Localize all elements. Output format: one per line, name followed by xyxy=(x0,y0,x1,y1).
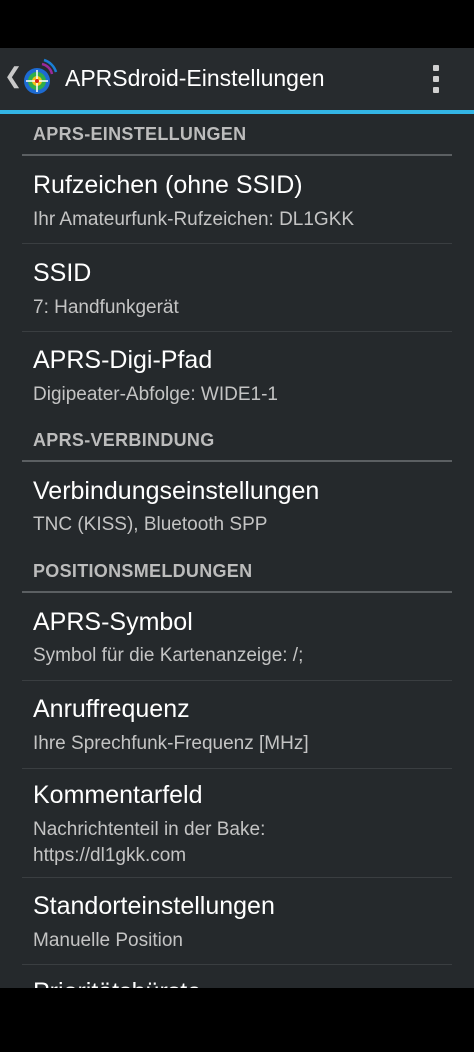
pref-partial-item[interactable]: Prioritätsbürste xyxy=(22,965,452,988)
section-header-label: APRS-VERBINDUNG xyxy=(33,430,215,450)
pref-summary-line2: https://dl1gkk.com xyxy=(33,845,187,866)
section-header-position-reports: POSITIONSMELDUNGEN xyxy=(22,551,452,593)
pref-aprs-symbol[interactable]: APRS-Symbol Symbol für die Kartenanzeige… xyxy=(22,593,452,680)
status-bar xyxy=(0,0,474,48)
pref-title: Rufzeichen (ohne SSID) xyxy=(33,171,303,199)
pref-title: Anruffrequenz xyxy=(33,695,190,723)
pref-summary: Digipeater-Abfolge: WIDE1-1 xyxy=(33,384,278,405)
preferences-list[interactable]: APRS-EINSTELLUNGEN Rufzeichen (ohne SSID… xyxy=(0,114,474,988)
section-header-aprs-connection: APRS-VERBINDUNG xyxy=(22,420,452,462)
pref-title: Standorteinstellungen xyxy=(33,892,275,920)
pref-title: Verbindungseinstellungen xyxy=(33,477,320,505)
pref-title: APRS-Symbol xyxy=(33,608,193,636)
pref-call-frequency[interactable]: Anruffrequenz Ihre Sprechfunk-Frequenz [… xyxy=(22,681,452,768)
pref-summary-line1: Nachrichtenteil in der Bake: xyxy=(33,819,266,840)
pref-location-settings[interactable]: Standorteinstellungen Manuelle Position xyxy=(22,878,452,964)
section-header-label: APRS-EINSTELLUNGEN xyxy=(33,124,247,144)
app-title: APRSdroid-Einstellungen xyxy=(65,65,325,91)
pref-title: Kommentarfeld xyxy=(33,781,203,809)
navigation-bar xyxy=(0,988,474,1052)
app-logo-icon[interactable] xyxy=(16,58,58,100)
pref-summary: Ihr Amateurfunk-Rufzeichen: DL1GKK xyxy=(33,209,355,230)
pref-summary: 7: Handfunkgerät xyxy=(33,297,179,318)
pref-summary: Manuelle Position xyxy=(33,930,183,951)
overflow-menu-icon[interactable] xyxy=(418,58,454,100)
section-header-aprs-settings: APRS-EINSTELLUNGEN xyxy=(22,114,452,156)
pref-title: Prioritätsbürste xyxy=(33,978,201,988)
action-bar: ❮ APRSdroid-Einstellungen xyxy=(0,48,474,110)
pref-title: SSID xyxy=(33,259,92,287)
pref-summary: Symbol für die Kartenanzeige: /; xyxy=(33,645,304,666)
pref-connection-settings[interactable]: Verbindungseinstellungen TNC (KISS), Blu… xyxy=(22,462,452,549)
pref-ssid[interactable]: SSID 7: Handfunkgerät xyxy=(22,244,452,331)
pref-summary: TNC (KISS), Bluetooth SPP xyxy=(33,514,268,535)
pref-title: APRS-Digi-Pfad xyxy=(33,346,213,374)
pref-callsign[interactable]: Rufzeichen (ohne SSID) Ihr Amateurfunk-R… xyxy=(22,156,452,243)
pref-comment-field[interactable]: Kommentarfeld Nachrichtenteil in der Bak… xyxy=(22,769,452,877)
pref-summary: Ihre Sprechfunk-Frequenz [MHz] xyxy=(33,733,309,754)
pref-digi-path[interactable]: APRS-Digi-Pfad Digipeater-Abfolge: WIDE1… xyxy=(22,332,452,419)
section-header-label: POSITIONSMELDUNGEN xyxy=(33,561,253,581)
